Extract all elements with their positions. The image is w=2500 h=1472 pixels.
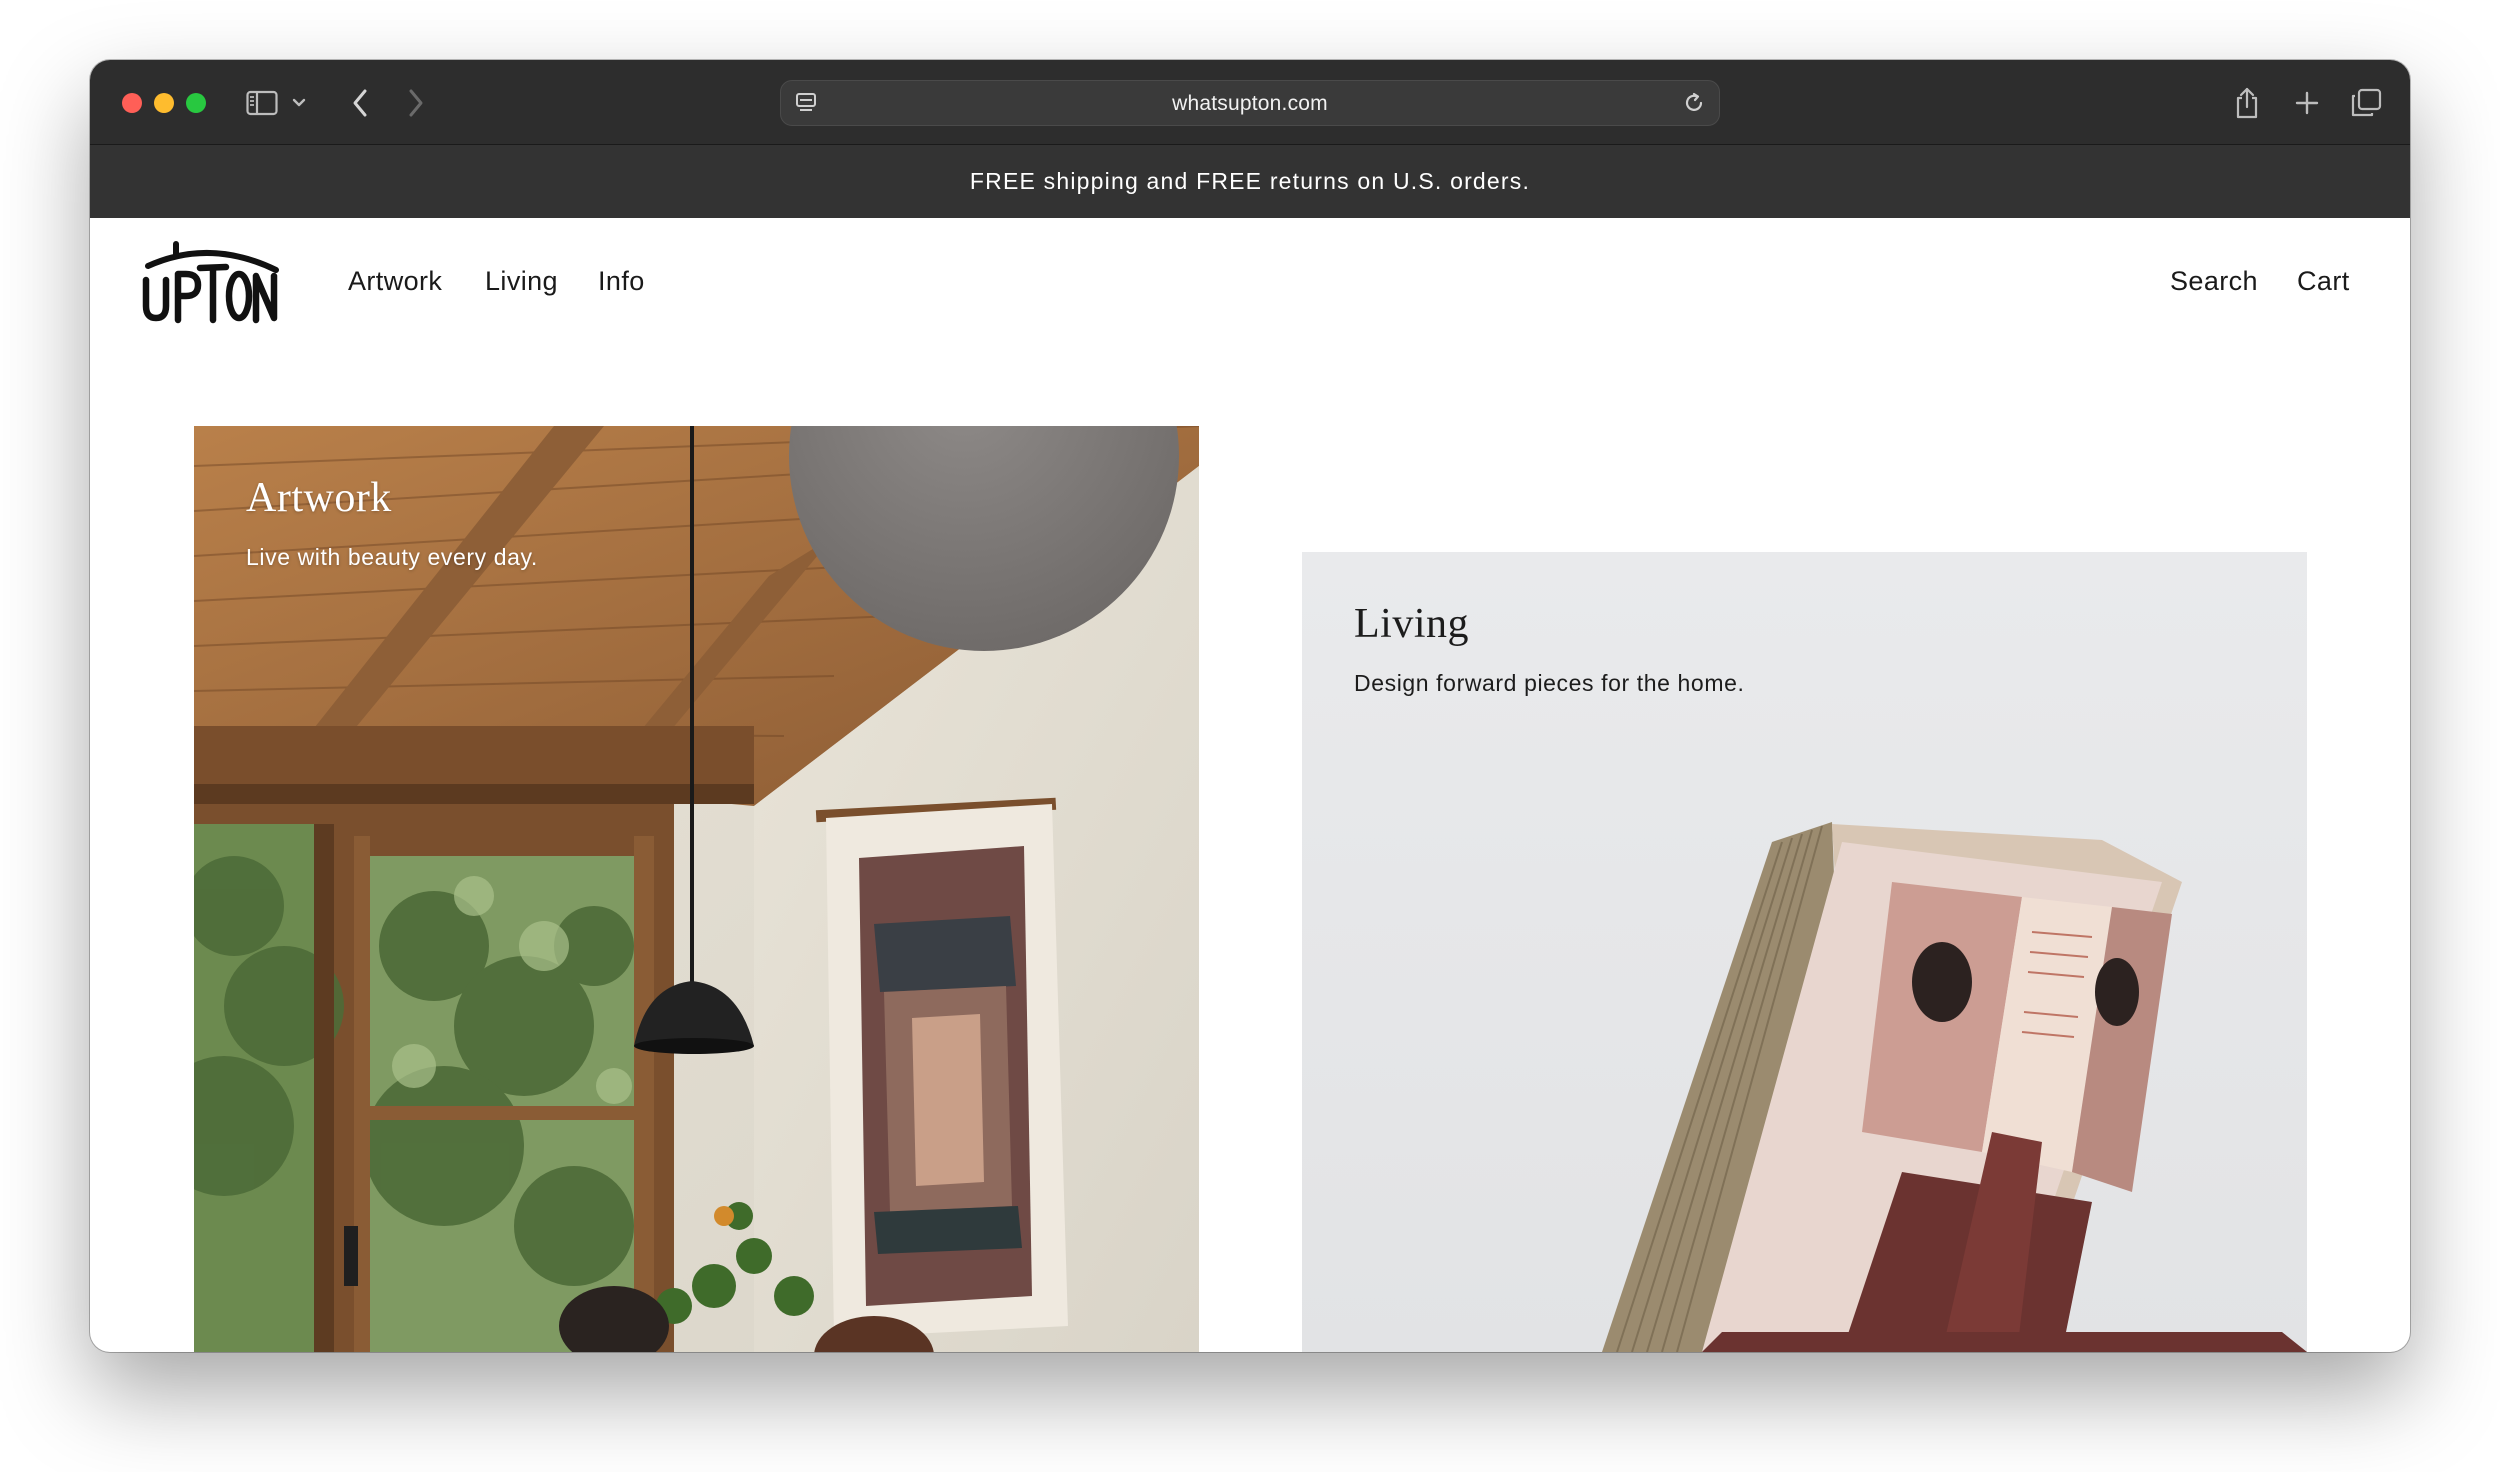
artwork-card-subtitle: Live with beauty every day. xyxy=(246,544,538,570)
nav-living[interactable]: Living xyxy=(485,266,558,297)
nav-info[interactable]: Info xyxy=(598,266,645,297)
sidebar-icon[interactable] xyxy=(245,85,279,121)
artwork-card[interactable]: Artwork Live with beauty every day. xyxy=(194,426,1199,1352)
chevron-down-icon[interactable] xyxy=(290,85,308,121)
upton-logo[interactable] xyxy=(140,240,282,324)
artwork-card-title: Artwork xyxy=(246,475,392,521)
chevron-right-icon[interactable] xyxy=(402,85,430,121)
announcement-bar: FREE shipping and FREE returns on U.S. o… xyxy=(90,145,2410,218)
browser-window: whatsupton.com FREE shipping and FREE re… xyxy=(90,60,2410,1352)
zoom-window-button[interactable] xyxy=(186,93,206,113)
chevron-left-icon[interactable] xyxy=(346,85,374,121)
browser-toolbar: whatsupton.com xyxy=(90,60,2410,145)
living-card-subtitle: Design forward pieces for the home. xyxy=(1354,670,1745,696)
share-icon[interactable] xyxy=(2230,85,2264,121)
close-window-button[interactable] xyxy=(122,93,142,113)
plus-icon[interactable] xyxy=(2290,85,2324,121)
address-bar[interactable]: whatsupton.com xyxy=(780,80,1720,126)
living-card[interactable]: Living Design forward pieces for the hom… xyxy=(1302,552,2307,1352)
reload-icon[interactable] xyxy=(1681,90,1707,116)
cart-link[interactable]: Cart xyxy=(2297,266,2350,297)
site-header: Artwork Living Info Search Cart xyxy=(90,218,2410,368)
living-card-title: Living xyxy=(1354,601,1469,647)
minimize-window-button[interactable] xyxy=(154,93,174,113)
url-text[interactable]: whatsupton.com xyxy=(781,81,1719,127)
search-link[interactable]: Search xyxy=(2170,266,2258,297)
tab-overview-icon[interactable] xyxy=(2348,85,2384,121)
nav-artwork[interactable]: Artwork xyxy=(348,266,442,297)
